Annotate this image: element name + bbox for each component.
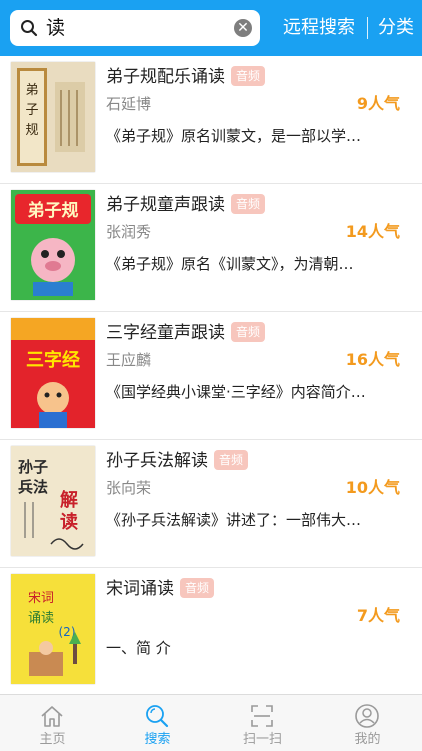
tab-label: 搜索 — [144, 732, 171, 747]
search-header: 读 ✕ 远程搜索 分类 — [0, 0, 422, 56]
item-description: 《孙子兵法解读》讲述了：一部伟大… — [106, 511, 362, 529]
home-icon — [41, 706, 63, 727]
svg-text:孙子: 孙子 — [18, 458, 48, 476]
list-item[interactable]: 弟子规 弟子规童声跟读 音频 张润秀 14人气 《弟子规》原名《训蒙文》，为清朝… — [0, 184, 422, 312]
svg-text:兵法: 兵法 — [18, 478, 48, 496]
svg-text:解: 解 — [60, 489, 78, 511]
search-icon — [21, 20, 38, 37]
search-input[interactable]: 读 — [46, 16, 65, 40]
list-item[interactable]: 宋词 诵读 (2) 宋词诵读 音频 7人气 一、简 介 — [0, 568, 422, 696]
search-icon — [146, 705, 169, 728]
remote-search-button[interactable]: 远程搜索 — [283, 15, 355, 41]
header-divider — [367, 17, 368, 39]
item-author: 张润秀 — [106, 223, 152, 241]
scan-icon — [251, 705, 273, 727]
item-popularity: 7人气 — [356, 606, 400, 625]
svg-text:子: 子 — [25, 103, 38, 118]
audio-tag: 音频 — [231, 322, 266, 342]
item-title: 三字经童声跟读 音频 — [106, 320, 266, 346]
svg-text:弟子规: 弟子规 — [28, 200, 79, 221]
item-popularity: 10人气 — [345, 478, 400, 497]
list-item[interactable]: 孙子 兵法 解 读 孙子兵法解读 音频 张向荣 10人气 《孙子兵法解读》讲述了：… — [0, 440, 422, 568]
book-cover: 孙子 兵法 解 读 — [11, 446, 95, 556]
tab-label: 主页 — [39, 732, 66, 747]
tab-search[interactable]: 搜索 — [105, 695, 210, 751]
tab-profile[interactable]: 我的 — [315, 695, 420, 751]
item-author: 石延博 — [106, 95, 152, 113]
book-cover: 弟 子 规 — [11, 62, 95, 172]
list-item[interactable]: 三字经 三字经童声跟读 音频 王应麟 16人气 《国学经典小课堂·三字经》内容简介… — [0, 312, 422, 440]
item-description: 一、简 介 — [106, 639, 171, 657]
book-cover: 三字经 — [11, 318, 95, 428]
tab-bar: 主页 搜索 扫一扫 我的 — [0, 694, 422, 751]
svg-text:三字经: 三字经 — [26, 349, 80, 371]
book-cover: 宋词 诵读 (2) — [11, 574, 95, 684]
search-field[interactable]: 读 ✕ — [10, 10, 260, 46]
audio-tag: 音频 — [231, 66, 266, 86]
tab-label: 扫一扫 — [242, 732, 282, 747]
clear-icon[interactable]: ✕ — [234, 19, 252, 37]
item-description: 《弟子规》原名训蒙文，是一部以学… — [106, 127, 362, 145]
tab-home[interactable]: 主页 — [0, 695, 105, 751]
svg-text:读: 读 — [60, 511, 78, 533]
item-description: 《弟子规》原名《训蒙文》，为清朝… — [106, 255, 354, 273]
category-button[interactable]: 分类 — [378, 15, 414, 41]
item-popularity: 14人气 — [345, 222, 400, 241]
list-item[interactable]: 弟 子 规 弟子规配乐诵读 音频 石延博 9人气 《弟子规》原名训蒙文，是一部以学… — [0, 56, 422, 184]
svg-text:弟: 弟 — [25, 83, 38, 98]
item-author: 王应麟 — [106, 351, 152, 369]
svg-text:诵读: 诵读 — [28, 611, 54, 626]
audio-tag: 音频 — [231, 194, 266, 214]
item-popularity: 9人气 — [356, 94, 400, 113]
book-cover: 弟子规 — [11, 190, 95, 300]
item-title: 孙子兵法解读 音频 — [106, 448, 249, 474]
audio-tag: 音频 — [180, 578, 215, 598]
item-title: 宋词诵读 音频 — [106, 576, 215, 602]
tab-label: 我的 — [354, 732, 381, 747]
item-description: 《国学经典小课堂·三字经》内容简介… — [106, 383, 366, 401]
item-title: 弟子规童声跟读 音频 — [106, 192, 266, 218]
svg-text:宋词: 宋词 — [28, 591, 54, 606]
tab-scan[interactable]: 扫一扫 — [210, 695, 315, 751]
item-title: 弟子规配乐诵读 音频 — [106, 64, 266, 90]
audio-tag: 音频 — [214, 450, 249, 470]
item-author: 张向荣 — [106, 479, 152, 497]
svg-text:规: 规 — [25, 123, 38, 138]
item-popularity: 16人气 — [345, 350, 400, 369]
profile-icon — [355, 704, 379, 728]
